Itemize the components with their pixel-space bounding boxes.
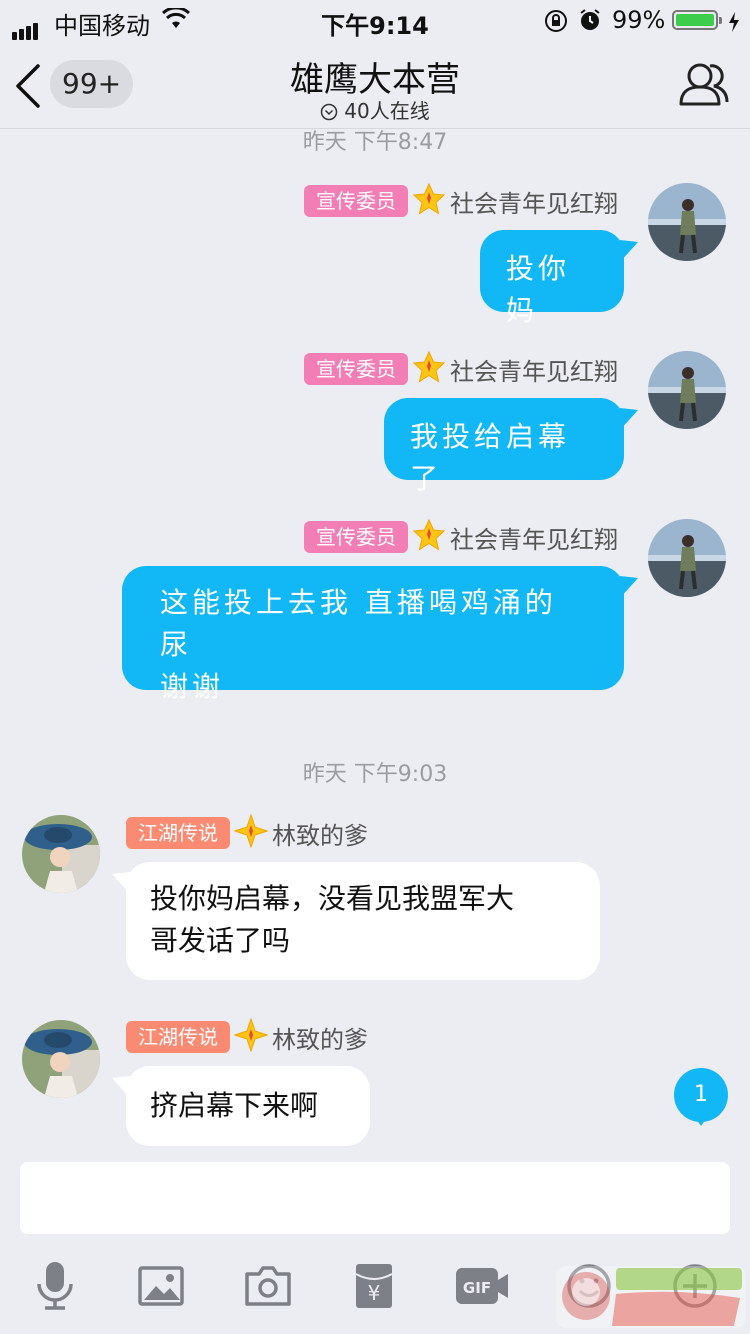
camera-icon[interactable] — [244, 1260, 292, 1316]
message-text-line: 这能投上去我 直播喝鸡涌的尿 — [160, 586, 557, 661]
badge-pointer — [694, 1116, 708, 1126]
battery-icon — [672, 10, 722, 30]
timestamp: 昨天 下午9:03 — [302, 762, 448, 787]
message-bubble[interactable]: 我投给启幕了 — [384, 398, 624, 495]
message-bubble[interactable]: 投你妈 — [480, 230, 624, 327]
member-title-tag: 宣传委员 — [304, 353, 408, 385]
avatar[interactable] — [648, 519, 726, 597]
member-title-tag: 宣传委员 — [304, 521, 408, 553]
avatar[interactable] — [22, 1020, 100, 1098]
chevron-down-circle-icon — [320, 102, 338, 126]
message-text-line: 谢谢 — [160, 670, 225, 703]
sender-nickname[interactable]: 社会青年见红翔 — [450, 184, 618, 219]
charging-icon — [728, 10, 740, 38]
member-title-tag: 江湖传说 — [126, 1021, 230, 1053]
star-rank-icon — [412, 518, 446, 556]
microphone-icon[interactable] — [34, 1260, 76, 1316]
bubble-tail — [620, 240, 638, 262]
sender-meta: 宣传委员 社会青年见红翔 — [304, 350, 618, 387]
site-watermark-logo — [556, 1264, 746, 1330]
online-count-label: 40人在线 — [344, 99, 430, 123]
sender-meta: 江湖传说 林致的爹 — [126, 813, 368, 851]
group-members-icon[interactable] — [678, 60, 730, 112]
timestamp: 昨天 下午8:47 — [302, 130, 448, 155]
bubble-tail — [620, 408, 638, 430]
chat-header: 99+ 雄鹰大本营 40人在线 — [0, 40, 750, 129]
star-rank-icon — [412, 182, 446, 220]
sender-meta: 江湖传说 林致的爹 — [126, 1017, 368, 1055]
diamond-rank-icon — [233, 813, 269, 852]
gif-label: GIF — [463, 1279, 491, 1297]
bubble-tail — [620, 576, 638, 598]
message-text-line: 投你妈启幕，没看见我盟军大 — [150, 882, 515, 915]
message-text-line: 哥发话了吗 — [150, 924, 291, 957]
avatar[interactable] — [648, 351, 726, 429]
image-icon[interactable] — [138, 1260, 184, 1316]
message-text: 挤启幕下来啊 — [150, 1089, 319, 1122]
online-count[interactable]: 40人在线 — [0, 95, 750, 126]
message-bubble[interactable]: 这能投上去我 直播喝鸡涌的尿 谢谢 — [122, 566, 624, 703]
message-text: 我投给启幕了 — [410, 420, 571, 495]
battery-percent: 99% — [612, 6, 666, 34]
sender-meta: 宣传委员 社会青年见红翔 — [304, 518, 618, 555]
sender-meta: 宣传委员 社会青年见红翔 — [304, 182, 618, 219]
sender-nickname[interactable]: 社会青年见红翔 — [450, 352, 618, 387]
red-packet-symbol: ¥ — [368, 1281, 381, 1305]
diamond-rank-icon — [233, 1017, 269, 1056]
member-title-tag: 宣传委员 — [304, 185, 408, 217]
group-title[interactable]: 雄鹰大本营 — [0, 52, 750, 101]
avatar[interactable] — [22, 815, 100, 893]
message-input[interactable] — [20, 1162, 730, 1234]
status-bar: 中国移动 下午9:14 99% — [0, 0, 750, 40]
sender-nickname[interactable]: 林致的爹 — [272, 816, 368, 851]
rotation-lock-icon — [544, 9, 568, 39]
message-bubble[interactable]: 挤启幕下来啊 — [126, 1066, 370, 1146]
avatar[interactable] — [648, 183, 726, 261]
member-title-tag: 江湖传说 — [126, 817, 230, 849]
new-message-count-badge[interactable]: 1 — [674, 1068, 728, 1122]
sender-nickname[interactable]: 社会青年见红翔 — [450, 520, 618, 555]
gif-icon[interactable]: GIF — [454, 1260, 510, 1316]
star-rank-icon — [412, 350, 446, 388]
alarm-icon — [578, 8, 602, 38]
message-bubble[interactable]: 投你妈启幕，没看见我盟军大 哥发话了吗 — [126, 862, 600, 980]
red-packet-icon[interactable]: ¥ — [354, 1260, 394, 1316]
message-text: 投你妈 — [506, 252, 571, 327]
sender-nickname[interactable]: 林致的爹 — [272, 1020, 368, 1055]
